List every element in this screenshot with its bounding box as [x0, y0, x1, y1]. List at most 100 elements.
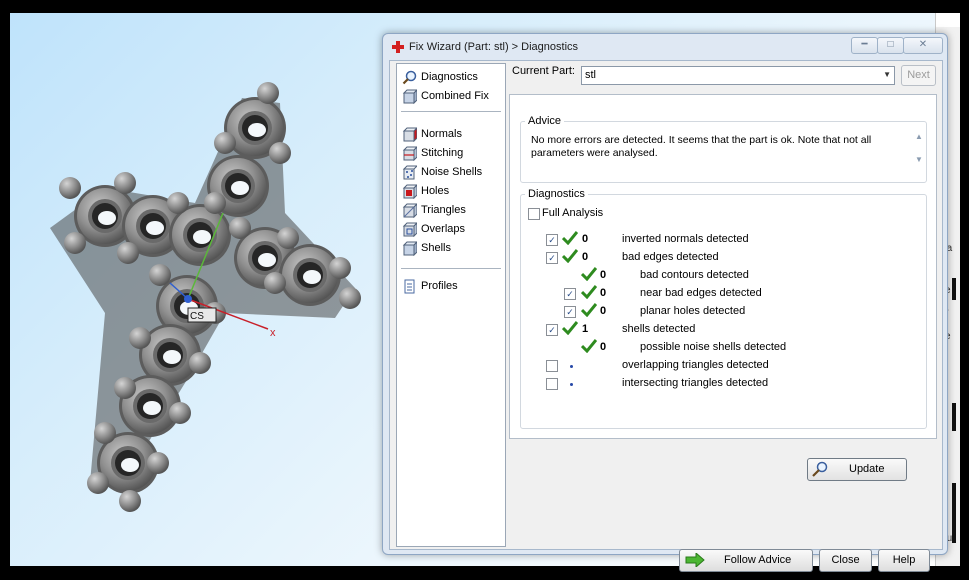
advice-group-title: Advice	[525, 115, 565, 127]
ok-checkmark-icon	[581, 285, 597, 299]
follow-advice-label: Follow Advice	[724, 554, 792, 566]
diagnostic-checkbox-overlapping-triangles[interactable]	[546, 360, 558, 372]
nav-item-triangles[interactable]: Triangles	[402, 201, 466, 219]
ok-checkmark-icon	[562, 231, 578, 245]
diagnostic-checkbox-shells[interactable]: ✓	[546, 324, 558, 336]
nav-item-label: Stitching	[421, 147, 464, 159]
current-part-value: stl	[585, 69, 596, 81]
axis-x-label: x	[270, 327, 276, 339]
advice-text: No more errors are detected. It seems th…	[531, 134, 872, 159]
update-button[interactable]: Update	[807, 458, 907, 481]
magnifier-icon	[402, 70, 417, 84]
triangles-cube-icon	[402, 202, 417, 218]
maximize-button[interactable]: □	[877, 37, 904, 54]
advice-group: Advice No more errors are detected. It s…	[520, 115, 927, 183]
nav-item-label: Profiles	[421, 280, 458, 292]
diagnostic-label: inverted normals detected	[622, 233, 749, 245]
nav-item-label: Diagnostics	[421, 71, 478, 83]
magnifier-icon	[812, 461, 828, 477]
nav-item-label: Noise Shells	[421, 166, 483, 178]
green-arrow-icon	[685, 553, 705, 567]
diagnostic-checkbox-inverted-normals[interactable]: ✓	[546, 234, 558, 246]
normals-cube-icon	[402, 126, 417, 142]
dialog-titlebar[interactable]: Fix Wizard (Part: stl) > Diagnostics ━ □…	[383, 34, 947, 60]
diagnostics-page: Advice No more errors are detected. It s…	[509, 94, 937, 481]
ok-checkmark-icon	[562, 321, 578, 335]
cross-part-model	[50, 82, 361, 512]
nav-item-label: Holes	[421, 185, 450, 197]
diagnostics-group: Diagnostics Full Analysis ✓ 0 inverted n…	[520, 188, 927, 429]
diagnostic-count: 0	[582, 233, 589, 245]
diagnostic-label: possible noise shells detected	[640, 341, 787, 353]
coords-label: CS	[190, 311, 204, 322]
diagnostic-label: planar holes detected	[640, 305, 746, 317]
holes-cube-icon	[402, 183, 417, 199]
next-button[interactable]: Next	[901, 65, 936, 86]
nav-item-stitching[interactable]: Stitching	[402, 144, 463, 162]
scroll-up-icon[interactable]: ▲	[914, 132, 924, 141]
nav-item-combined-fix[interactable]: Combined Fix	[402, 87, 489, 105]
diagnostic-checkbox-bad-edges[interactable]: ✓	[546, 252, 558, 264]
diagnostic-count: 0	[582, 251, 589, 263]
noise-shells-icon	[402, 165, 417, 179]
nav-item-overlaps[interactable]: Overlaps	[402, 220, 465, 238]
diagnostic-checkbox-intersecting-triangles[interactable]	[546, 378, 558, 390]
ok-checkmark-icon	[581, 267, 597, 281]
nav-item-diagnostics[interactable]: Diagnostics	[402, 68, 478, 86]
diagnostics-group-title: Diagnostics	[525, 188, 588, 200]
stitching-cube-icon	[402, 145, 417, 161]
shells-cube-icon	[402, 240, 417, 256]
diagnostic-checkbox-planar-holes[interactable]: ✓	[564, 306, 576, 318]
advice-scrollbar[interactable]: ▲ ▼	[914, 132, 924, 174]
ok-checkmark-icon	[562, 249, 578, 263]
diagnostic-label: bad edges detected	[622, 251, 719, 263]
nav-item-label: Normals	[421, 128, 462, 140]
diagnostic-checkbox-near-bad-edges[interactable]: ✓	[564, 288, 576, 300]
scroll-down-icon[interactable]: ▼	[914, 155, 924, 164]
nav-separator	[401, 111, 501, 112]
minimize-icon: ━	[861, 39, 868, 50]
combined-fix-icon	[402, 88, 417, 104]
pending-dot-icon	[570, 365, 573, 368]
dialog-title: Fix Wizard (Part: stl) > Diagnostics	[409, 41, 579, 53]
nav-item-label: Overlaps	[421, 223, 466, 235]
dialog-client-area: Diagnostics Combined Fix Normals Stitchi…	[389, 60, 943, 572]
follow-advice-button[interactable]: Follow Advice	[679, 549, 813, 572]
close-button[interactable]: Close	[819, 549, 872, 572]
chevron-down-icon: ▼	[883, 70, 891, 79]
diagnostic-label: shells detected	[622, 323, 696, 335]
red-cross-icon	[392, 41, 404, 53]
overlaps-cube-icon	[402, 221, 417, 237]
bg-marker	[952, 278, 956, 300]
nav-item-noise-shells[interactable]: Noise Shells	[402, 163, 482, 181]
bg-marker	[952, 403, 956, 431]
ok-checkmark-icon	[581, 339, 597, 353]
bg-marker	[952, 483, 956, 543]
nav-item-label: Shells	[421, 242, 451, 254]
window-close-button[interactable]: ✕	[903, 37, 943, 54]
nav-item-label: Combined Fix	[421, 90, 489, 102]
nav-item-label: Triangles	[421, 204, 466, 216]
profiles-document-icon	[404, 279, 415, 293]
nav-item-holes[interactable]: Holes	[402, 182, 449, 200]
diagnostic-count: 0	[600, 341, 607, 353]
help-button[interactable]: Help	[878, 549, 930, 572]
current-part-dropdown[interactable]: stl ▼	[581, 66, 895, 85]
minimize-button[interactable]: ━	[851, 37, 878, 54]
diagnostic-count: 0	[600, 287, 607, 299]
current-part-label: Current Part:	[512, 65, 575, 77]
close-icon: ✕	[918, 39, 928, 50]
diagnostic-label: bad contours detected	[640, 269, 749, 281]
full-analysis-label: Full Analysis	[542, 207, 604, 219]
ok-checkmark-icon	[581, 303, 597, 317]
full-analysis-checkbox[interactable]	[528, 208, 540, 220]
nav-item-normals[interactable]: Normals	[402, 125, 462, 143]
diagnostic-count: 0	[600, 305, 607, 317]
fix-wizard-dialog: Fix Wizard (Part: stl) > Diagnostics ━ □…	[382, 33, 948, 572]
diagnostic-label: overlapping triangles detected	[622, 359, 769, 371]
maximize-icon: □	[887, 39, 894, 50]
diagnostic-label: near bad edges detected	[640, 287, 762, 299]
pending-dot-icon	[570, 383, 573, 386]
nav-item-shells[interactable]: Shells	[402, 239, 451, 257]
nav-item-profiles[interactable]: Profiles	[402, 277, 458, 295]
